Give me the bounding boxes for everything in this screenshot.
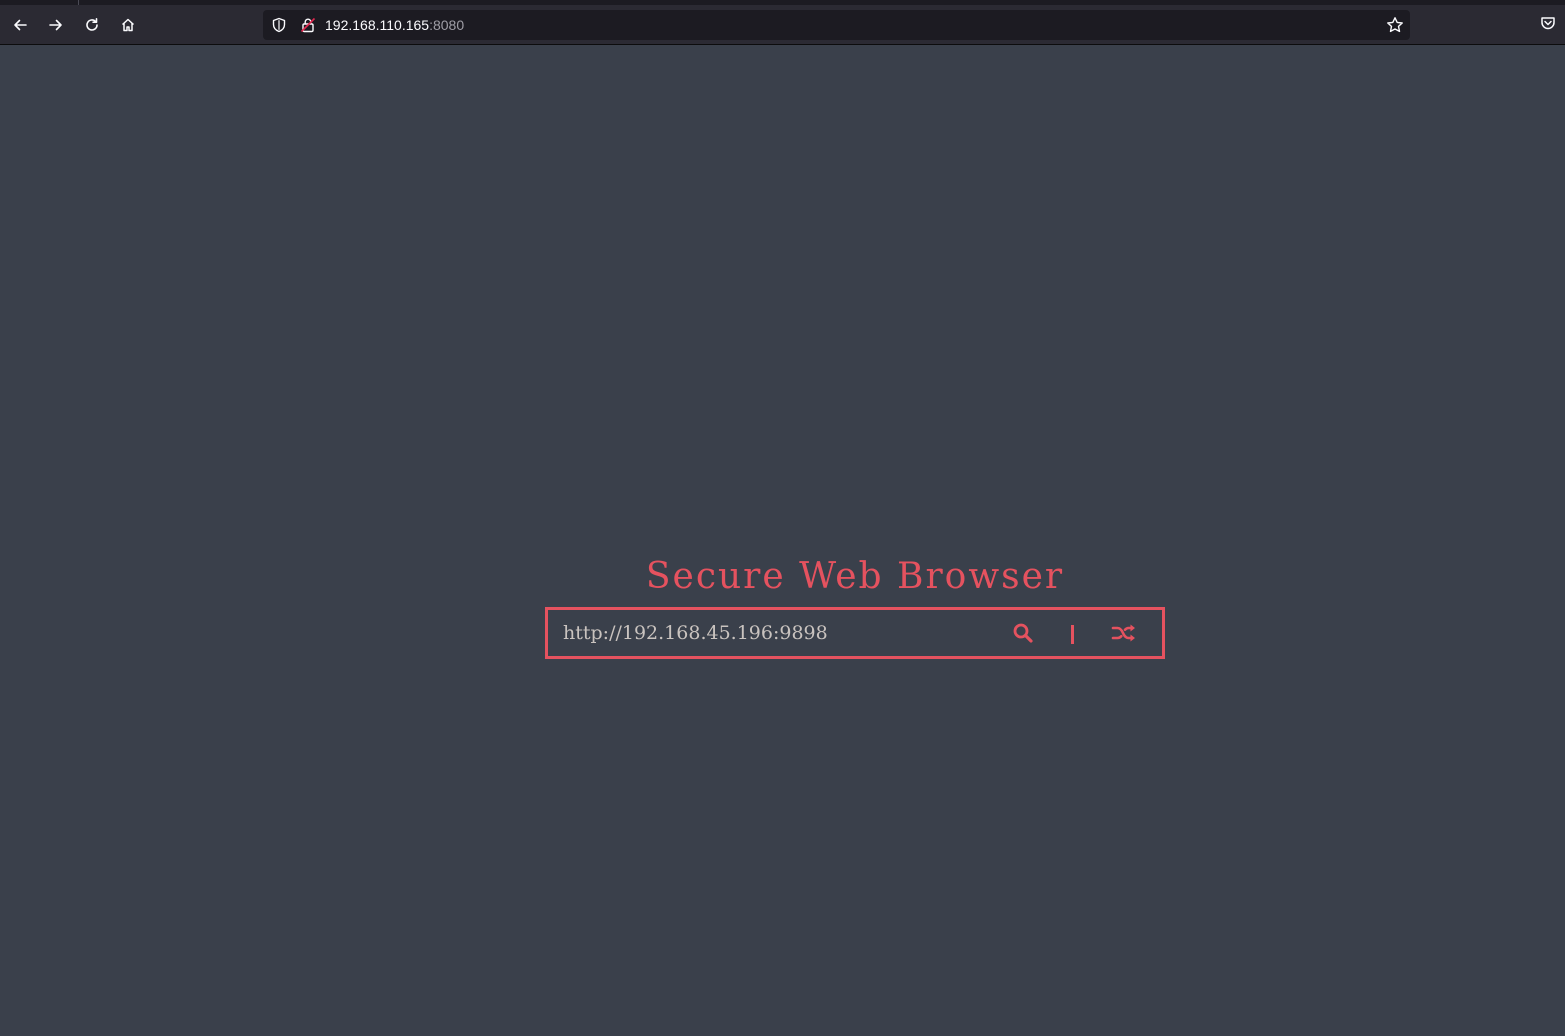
back-button[interactable]	[6, 11, 34, 39]
home-icon	[121, 18, 135, 32]
star-icon[interactable]	[1386, 16, 1404, 34]
home-button[interactable]	[114, 11, 142, 39]
lock-icon[interactable]	[300, 17, 316, 33]
address-bar[interactable]: 192.168.110.165:8080	[263, 10, 1410, 40]
shuffle-icon[interactable]	[1111, 622, 1137, 644]
forward-button[interactable]	[42, 11, 70, 39]
url-host: 192.168.110.165	[325, 17, 430, 33]
url-text[interactable]: 192.168.110.165:8080	[325, 10, 464, 40]
url-input[interactable]	[563, 610, 993, 656]
reload-icon	[86, 18, 98, 31]
forward-arrow-icon	[49, 19, 62, 31]
url-search-box	[545, 607, 1165, 659]
url-port: :8080	[429, 17, 465, 33]
browser-toolbar: 192.168.110.165:8080	[0, 5, 1565, 45]
page-content: Secure Web Browser	[0, 45, 1565, 1036]
reload-button[interactable]	[78, 11, 106, 39]
search-icon[interactable]	[1012, 622, 1034, 644]
page-title: Secure Web Browser	[645, 556, 1065, 597]
shield-icon[interactable]	[271, 17, 287, 33]
back-arrow-icon	[14, 19, 27, 31]
button-divider	[1071, 625, 1074, 644]
pocket-icon[interactable]	[1540, 15, 1556, 31]
